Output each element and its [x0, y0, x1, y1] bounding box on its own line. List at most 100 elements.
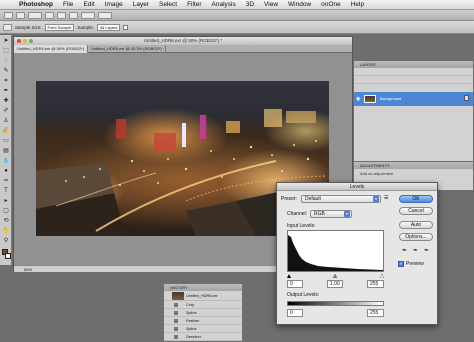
output-white-field[interactable]: 255 [367, 309, 384, 317]
layers-panel-tab[interactable]: LAYERS [354, 61, 473, 68]
history-step[interactable]: Deselect [164, 333, 242, 341]
preview-label: Preview [406, 261, 424, 267]
brush-tool-icon[interactable]: ✐ [2, 107, 10, 115]
menu-file[interactable]: File [58, 0, 78, 10]
histogram-graph [288, 235, 383, 271]
zoom-tool-button[interactable] [57, 11, 66, 19]
history-snapshot[interactable]: Untitled_HDR6.exr [164, 291, 242, 301]
minimize-window-icon[interactable] [23, 39, 27, 43]
move-tool-icon[interactable]: ➤ [2, 37, 10, 45]
channel-select[interactable]: RGB ▾ [310, 210, 352, 218]
gradient-tool-icon[interactable]: ▤ [2, 147, 10, 155]
zoom-tool-icon[interactable]: ⚲ [2, 237, 10, 245]
marquee-tool-icon[interactable]: ⬚ [2, 47, 10, 55]
document-title-bar[interactable]: Untitled_HDR6.exr @ 50% (RGB/32*) * [14, 37, 352, 45]
arrange-documents-button[interactable] [81, 11, 95, 19]
history-step-label: Feather [186, 319, 200, 323]
document-tab-hdr4[interactable]: Untitled_HDR4.exr @ 50% (RGB/32*) [14, 45, 89, 53]
clone-stamp-tool-icon[interactable]: ♙ [2, 117, 10, 125]
menu-onone[interactable]: onOne [316, 0, 346, 10]
sample-select[interactable]: All Layers [96, 23, 121, 31]
hand-tool-button[interactable] [45, 11, 54, 19]
eraser-tool-icon[interactable]: ▭ [2, 137, 10, 145]
menu-layer[interactable]: Layer [128, 0, 154, 10]
zoom-level-readout[interactable]: 50% [24, 267, 32, 272]
preview-checkbox[interactable]: ✓ [398, 261, 404, 267]
screen-mode-button[interactable] [98, 11, 112, 19]
sample-label: Sample: [77, 24, 94, 30]
bridge-button[interactable] [4, 11, 13, 19]
menu-select[interactable]: Select [154, 0, 182, 10]
ok-button[interactable]: OK [399, 195, 433, 203]
options-button[interactable]: Options... [399, 233, 433, 241]
preset-options-icon[interactable]: ☰ [384, 195, 388, 201]
lock-row[interactable] [354, 76, 473, 84]
menu-filter[interactable]: Filter [182, 0, 206, 10]
sample-size-select[interactable]: Point Sample [44, 23, 75, 31]
menu-view[interactable]: View [259, 0, 283, 10]
menu-analysis[interactable]: Analysis [207, 0, 241, 10]
eyedropper-tool-icon[interactable] [3, 23, 12, 31]
pen-tool-icon[interactable]: ✑ [2, 177, 10, 185]
histogram [287, 230, 384, 272]
dodge-tool-icon[interactable]: ● [2, 167, 10, 175]
menu-window[interactable]: Window [283, 0, 316, 10]
menu-edit[interactable]: Edit [78, 0, 99, 10]
history-step-label: Deselect [186, 335, 201, 339]
input-white-field[interactable]: 255 [367, 280, 384, 288]
auto-button[interactable]: Auto [399, 221, 433, 229]
rotate-view-button[interactable] [69, 11, 78, 19]
type-tool-icon[interactable]: T [2, 187, 10, 195]
white-point-handle[interactable] [379, 274, 384, 278]
lasso-tool-icon[interactable]: ◌ [2, 57, 10, 65]
black-eyedropper-icon[interactable]: ✒ [401, 247, 408, 255]
white-eyedropper-icon[interactable]: ✒ [423, 247, 430, 255]
levels-dialog: Levels Preset: Default ▾ ☰ Channel: RGB … [276, 182, 438, 325]
healing-brush-tool-icon[interactable]: ✚ [2, 97, 10, 105]
background-color-swatch[interactable] [5, 253, 11, 259]
show-ring-checkbox[interactable] [123, 24, 129, 30]
input-black-field[interactable]: 0 [287, 280, 303, 288]
output-black-field[interactable]: 0 [287, 309, 303, 317]
history-step[interactable]: Crop [164, 301, 242, 309]
zoom-window-icon[interactable] [29, 39, 33, 43]
black-point-handle[interactable] [287, 274, 291, 278]
output-levels-gradient[interactable] [287, 301, 384, 306]
input-levels-slider[interactable] [287, 274, 384, 278]
menu-help[interactable]: Help [346, 0, 369, 10]
hand-tool-icon[interactable]: ✋ [2, 227, 10, 235]
menu-image[interactable]: Image [100, 0, 128, 10]
eyedropper-tool-icon[interactable]: ✒ [2, 87, 10, 95]
blend-mode-row[interactable] [354, 68, 473, 76]
shape-tool-icon[interactable]: ▢ [2, 207, 10, 215]
cancel-button[interactable]: Cancel [399, 207, 433, 215]
input-levels-label: Input Levels: [287, 223, 316, 229]
quick-select-tool-icon[interactable]: ✎ [2, 67, 10, 75]
gray-eyedropper-icon[interactable]: ✒ [412, 247, 419, 255]
visibility-eye-icon[interactable]: ◉ [356, 96, 360, 102]
menu-3d[interactable]: 3D [241, 0, 259, 10]
menu-bar: Photoshop File Edit Image Layer Select F… [0, 0, 474, 10]
path-selection-tool-icon[interactable]: ▸ [2, 197, 10, 205]
document-title: Untitled_HDR6.exr @ 50% (RGB/32*) * [143, 38, 223, 43]
document-tab-hdr5[interactable]: Untitled_HDR5.exr @ 33.3% (RGB/32*) [88, 45, 166, 53]
crop-tool-icon[interactable]: ⌗ [2, 77, 10, 85]
output-levels-label: Output Levels: [287, 292, 320, 298]
close-window-icon[interactable] [17, 39, 21, 43]
blur-tool-icon[interactable]: 💧 [2, 157, 10, 165]
history-brush-tool-icon[interactable]: ✍ [2, 127, 10, 135]
input-gamma-field[interactable]: 1.00 [327, 280, 343, 288]
app-menu[interactable]: Photoshop [14, 0, 58, 10]
layer-row-background[interactable]: ◉ Background [354, 92, 473, 106]
gamma-handle[interactable] [332, 274, 338, 278]
preset-select[interactable]: Default ▾ [301, 195, 381, 203]
history-step[interactable]: Feather [164, 317, 242, 325]
3d-rotate-tool-icon[interactable]: ⟲ [2, 217, 10, 225]
zoom-level-button[interactable] [28, 11, 42, 19]
mini-bridge-button[interactable] [16, 11, 25, 19]
levels-dialog-title[interactable]: Levels [277, 183, 437, 191]
adjustments-panel-tab[interactable]: ADJUSTMENTS [354, 162, 473, 169]
history-step[interactable]: Spline [164, 325, 242, 333]
history-step[interactable]: Spline [164, 309, 242, 317]
history-panel-tab[interactable]: HISTORY [164, 284, 242, 291]
